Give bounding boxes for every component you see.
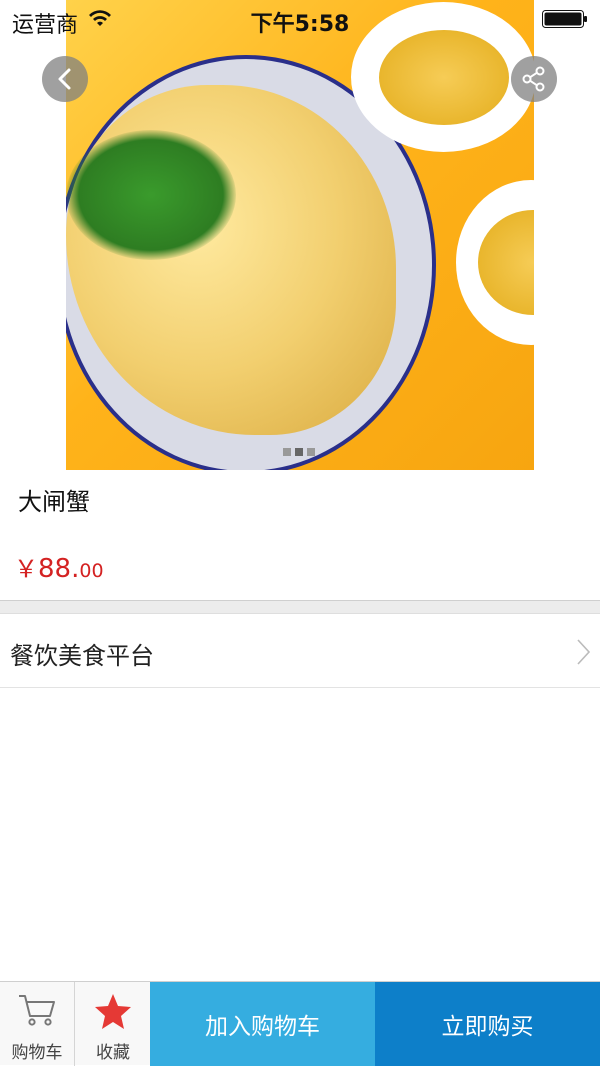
store-name: 餐饮美食平台 xyxy=(10,642,154,670)
add-to-cart-button[interactable]: 加入购物车 xyxy=(150,982,375,1066)
carousel-dot-active[interactable] xyxy=(295,448,303,456)
favorite-tab[interactable]: 收藏 xyxy=(76,982,150,1066)
clock: 下午5:58 xyxy=(250,12,350,37)
cart-tab[interactable]: 购物车 xyxy=(0,982,75,1066)
share-button[interactable] xyxy=(511,56,557,102)
section-divider xyxy=(0,600,600,614)
back-icon xyxy=(58,68,71,90)
chevron-right-icon xyxy=(577,639,591,665)
star-icon xyxy=(95,994,131,1029)
cart-label: 购物车 xyxy=(11,1043,63,1063)
buy-now-button[interactable]: 立即购买 xyxy=(375,982,600,1066)
price-currency: ￥ xyxy=(14,555,38,583)
sauce-bowl xyxy=(456,180,534,345)
garnish xyxy=(66,130,236,260)
carousel-indicator xyxy=(283,448,315,456)
price-main: 88. xyxy=(38,554,80,584)
product-photo xyxy=(66,0,534,470)
carousel-dot[interactable] xyxy=(283,448,291,456)
cart-icon xyxy=(19,995,55,1026)
store-entry[interactable]: 餐饮美食平台 xyxy=(0,614,600,688)
product-image-carousel[interactable] xyxy=(0,0,600,470)
product-title: 大闸蟹 xyxy=(18,488,90,516)
share-icon xyxy=(522,66,545,92)
product-price: ￥88.00 xyxy=(14,549,104,584)
bottom-action-bar: 购物车 收藏 加入购物车 立即购买 xyxy=(0,981,600,1066)
price-cents: 00 xyxy=(79,560,104,582)
favorite-label: 收藏 xyxy=(96,1043,130,1063)
battery-icon xyxy=(542,10,587,28)
carousel-dot[interactable] xyxy=(307,448,315,456)
status-bar: 运营商 下午5:58 xyxy=(0,0,600,40)
back-button[interactable] xyxy=(42,56,88,102)
